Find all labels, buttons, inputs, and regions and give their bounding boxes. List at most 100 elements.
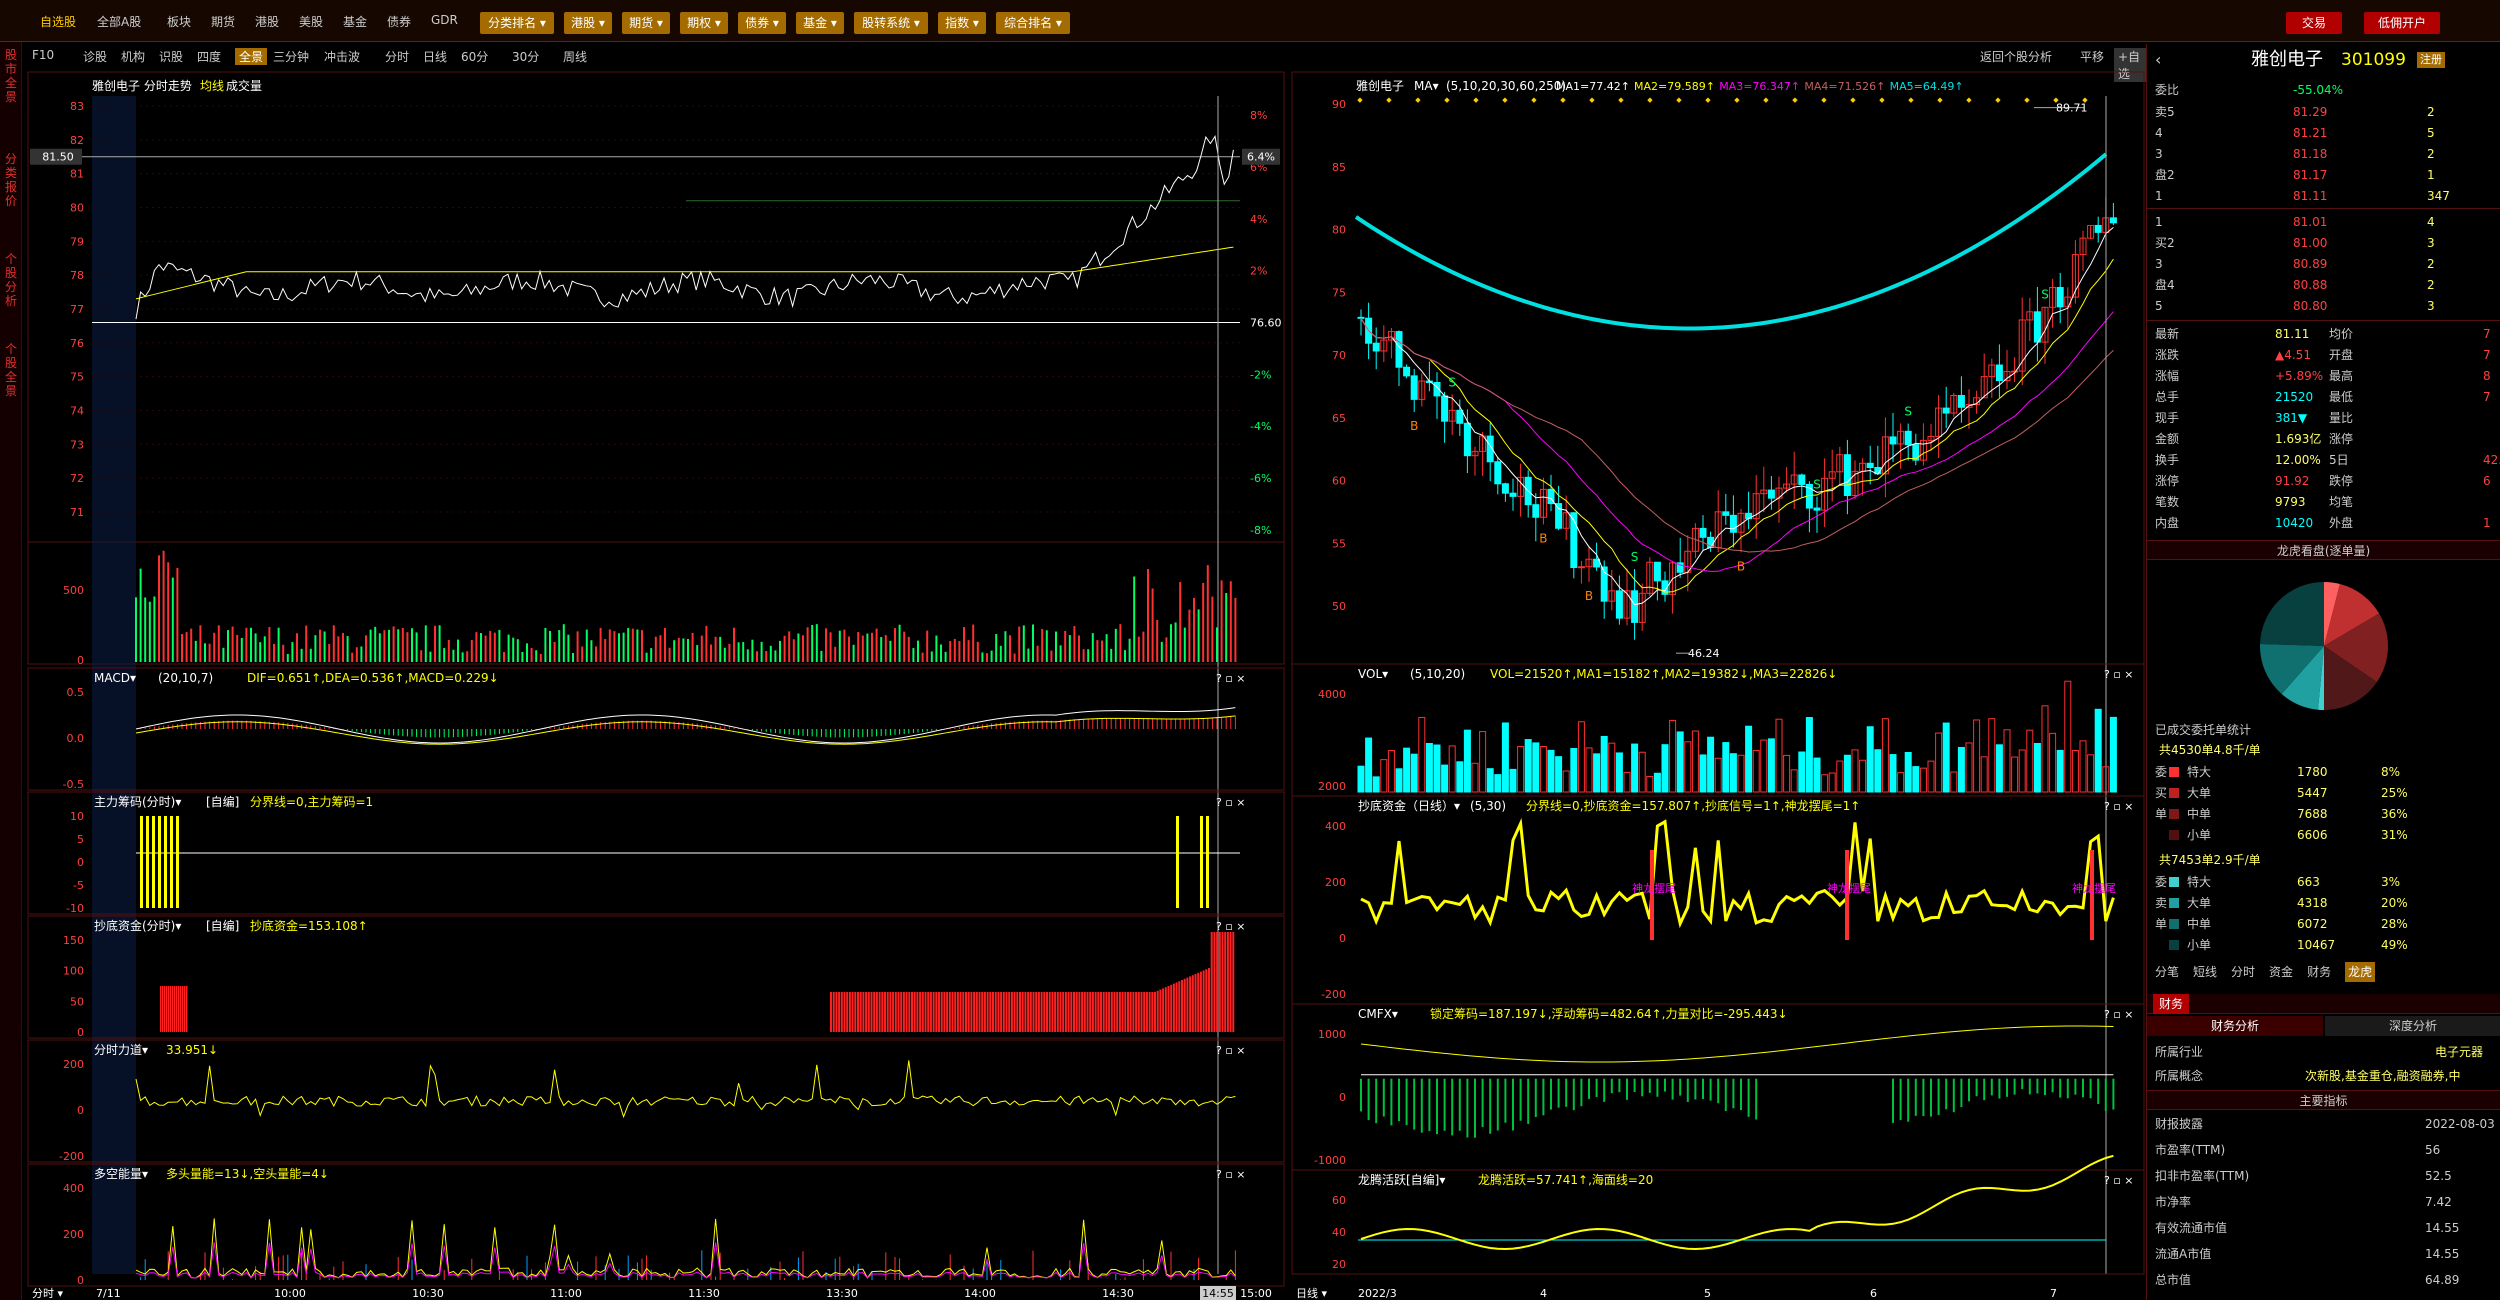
daily-volume-bar [1441, 764, 1449, 793]
bottom-fund-bar [935, 992, 938, 1032]
daily-volume-bar [1805, 717, 1813, 793]
indicator-tick: -10 [66, 902, 84, 915]
bottom-fund-bar [1054, 992, 1057, 1032]
bottom-fund-bar [970, 992, 973, 1032]
candle-body [1494, 461, 1502, 485]
order-pct: 20% [2381, 896, 2408, 910]
candle-body [1699, 527, 1707, 538]
bottom-fund-bar [166, 986, 168, 1032]
order-count: 6606 [2297, 828, 2328, 842]
pct-tick: -2% [1250, 368, 1271, 381]
daily-volume-bar [1942, 722, 1950, 793]
order-stats-title: 已成交委托单统计 [2155, 723, 2252, 737]
book-label: 3 [2155, 257, 2163, 271]
intraday-price-panel [27, 71, 1285, 543]
candle-body [1577, 566, 1585, 569]
daily-volume-bar [1889, 754, 1897, 793]
ask-row: 4 81.21 5 [2155, 123, 2500, 143]
price-tick: 75 [70, 371, 84, 384]
bottom-fund-bar [902, 992, 905, 1032]
daily-indicator-tick: 2000 [1318, 780, 1346, 793]
event-marker: ◆ [1618, 96, 1624, 104]
pie-slice [2260, 582, 2324, 646]
stat-key: 跌停 [2329, 474, 2354, 488]
daily-kline-panel [1291, 71, 2145, 665]
bottom-fund-bar [1100, 992, 1102, 1032]
sell-signal: S [1631, 550, 1639, 564]
daily-volume-bar [1517, 746, 1525, 793]
daily-volume-bar [1973, 719, 1981, 793]
daily-volume-bar [1745, 725, 1753, 793]
order-type: 中单 [2187, 917, 2212, 931]
trade-button[interactable]: 交易 [2286, 12, 2342, 34]
indicator-title: 主力筹码(分时)▾ [94, 795, 181, 809]
bid-volume: 4 [2427, 215, 2435, 229]
bottom-tab-5[interactable]: 龙虎 [2345, 962, 2376, 982]
current-pct-label: 6.4% [1247, 151, 1275, 164]
sell-signal: S [2041, 288, 2049, 302]
daily-volume-bar [1524, 739, 1532, 793]
daily-indicator-values: 锁定筹码=187.197↓,浮动筹码=482.64↑,力量对比=-295.443… [1430, 1006, 1788, 1021]
finance-analysis-tab[interactable]: 财务分析 [2147, 1016, 2323, 1036]
bottom-fund-bar [897, 992, 900, 1032]
open-account-button[interactable]: 低佣开户 [2364, 12, 2440, 34]
fin-value: 14.55 [2425, 1247, 2460, 1261]
bottom-fund-bar [162, 986, 164, 1032]
time-tick: 10:30 [412, 1287, 444, 1300]
bottom-fund-bar [1197, 972, 1200, 1032]
bottom-tab-0[interactable]: 分笔 [2155, 962, 2179, 982]
bottom-fund-bar [1019, 992, 1021, 1032]
bottom-fund-bar [886, 992, 889, 1032]
bottom-fund-bar [992, 992, 994, 1032]
bottom-tab-4[interactable]: 财务 [2307, 962, 2331, 982]
order-type: 中单 [2187, 807, 2212, 821]
candle-body [1395, 331, 1403, 368]
back-icon[interactable]: ‹ [2155, 48, 2161, 72]
ask-row: 盘2 81.17 1 [2155, 165, 2500, 185]
stat-row: 换手 12.00% 5日 42. [2155, 450, 2500, 470]
indicator-tick: 150 [63, 934, 84, 947]
daily-volume-bar [1410, 753, 1418, 793]
order-color-swatch [2169, 767, 2179, 777]
finance-tab[interactable]: 财务 [2153, 994, 2190, 1014]
bottom-tab-2[interactable]: 分时 [2231, 962, 2255, 982]
stat-value: 7 [2483, 327, 2491, 341]
bottom-tabs: 分笔 短线 分时 资金 财务 龙虎 [2155, 962, 2500, 982]
bottom-fund-bar [1143, 992, 1146, 1032]
mid-price: 76.60 [1250, 317, 1282, 330]
fin-row: 市净率 7.42 [2155, 1192, 2500, 1212]
event-marker: ◆ [1502, 96, 1508, 104]
daily-volume-bar [2109, 716, 2117, 793]
stat-value: 381▼ [2275, 411, 2308, 425]
bottom-fund-bar [1064, 992, 1067, 1032]
dragon-tail-bar [2090, 850, 2094, 940]
bottom-fund-bar [900, 992, 903, 1032]
stat-key: 涨停 [2155, 474, 2180, 488]
bottom-tab-1[interactable]: 短线 [2193, 962, 2217, 982]
bottom-fund-bar [832, 992, 835, 1032]
daily-volume-bar [1767, 738, 1775, 793]
fin-key: 市盈率(TTM) [2155, 1143, 2226, 1157]
main-chip-bar [1206, 816, 1209, 908]
event-marker: ◆ [1444, 96, 1450, 104]
stat-row: 涨幅 +5.89% 最高 8 [2155, 366, 2500, 386]
order-color-swatch [2169, 809, 2179, 819]
order-count: 10467 [2297, 938, 2336, 952]
daily-volume-bar [1729, 753, 1737, 793]
stat-value: 8 [2483, 369, 2491, 383]
order-pct: 8% [2381, 765, 2401, 779]
price-line [135, 134, 1234, 320]
candle-body [1410, 375, 1418, 400]
daily-volume-bar [2033, 742, 2041, 793]
stat-row: 总手 21520 最低 7 [2155, 387, 2500, 407]
deep-analysis-tab[interactable]: 深度分析 [2325, 1016, 2500, 1036]
event-marker: ◆ [1589, 96, 1595, 104]
bottom-fund-bar [986, 992, 989, 1032]
bottom-fund-bar [176, 986, 178, 1032]
bottom-tab-3[interactable]: 资金 [2269, 962, 2293, 982]
weibi-value: -55.04% [2293, 83, 2344, 97]
bottom-fund-bar [1129, 992, 1132, 1032]
price-tick: 74 [70, 404, 84, 417]
daily-price-tick: 85 [1332, 161, 1346, 174]
bottom-fund-bar [168, 986, 170, 1032]
